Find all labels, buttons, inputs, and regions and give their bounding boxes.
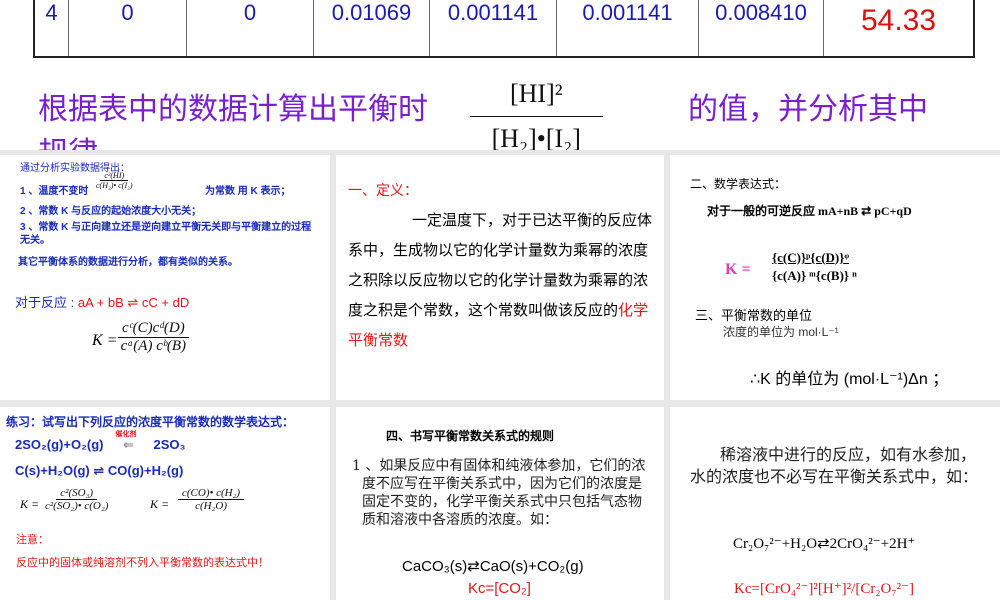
item-1-suffix: 为常数 用 K 表示； [205, 186, 291, 197]
title-text: 根据表中的数据计算出平衡时 [38, 92, 428, 127]
slide-thumbnail-grid: 通过分析实验数据得出： 1 、温度不变时 c²(HI) c(H₂)• c(I₂) … [0, 150, 1000, 600]
panel-dilute-solution: 稀溶液中进行的反应，如有水参加，水的浓度也不必写在平衡关系式中，如： Cr₂O₇… [670, 407, 1000, 600]
unit-k: ∴K 的单位为 (mol·L⁻¹)Δn ； [750, 371, 949, 388]
reaction-1-left: 2SO₂(g)+O₂(g) [15, 437, 104, 452]
reaction-2-left: C(s)+H₂O(g) [15, 463, 90, 478]
k2-label: K = [150, 497, 170, 511]
definition-body: 一定温度下，对于已达平衡的反应体系中，生成物以它的化学计量数为乘幂的浓度之积除以… [348, 205, 653, 355]
cell: 0.008410 [699, 0, 824, 56]
panel-expression: 二、数学表达式： 对于一般的可逆反应 mA+nB ⇄ pC+qD K = {c(… [670, 155, 1000, 400]
rule-1: 1 、如果反应中有固体和纯液体参加，它们的浓度不应写在平衡关系式中，因为它们的浓… [352, 458, 646, 528]
fraction-numerator: {c(C)}ᵖ{c(D)}ᵠ [772, 250, 849, 265]
fraction-denominator: cᵃ(A) cᵇ(B) [120, 338, 187, 354]
chromate-equation: Cr₂O₇²⁻+H₂O⇄2CrO₄²⁻+2H⁺ [733, 536, 916, 552]
cell-k-value: 54.33 [860, 4, 937, 37]
fraction-numerator: cᶜ(C)cᵈ(D) [118, 320, 189, 338]
definition-text: 一定温度下，对于已达平衡的反应体系中，生成物以它的化学计量数为乘幂的浓度之积除以… [348, 211, 653, 319]
panel-conclusions: 通过分析实验数据得出： 1 、温度不变时 c²(HI) c(H₂)• c(I₂) … [0, 155, 330, 400]
k-label: K = [725, 261, 751, 278]
reaction-2: C(s)+H₂O(g) ⇌ CO(g)+H₂(g) [15, 463, 184, 478]
catalyst-label: 催化剂 [115, 431, 137, 438]
k1-label: K = [20, 497, 40, 511]
fraction-denominator: c(H₂O) [195, 500, 227, 512]
fraction-numerator: c(CO)• c(H₂) [178, 487, 245, 500]
reaction-2-right: CO(g)+H₂(g) [107, 463, 184, 478]
cell: 0.001141 [557, 0, 699, 56]
item-2: 2 、常数 K 与反应的起始浓度大小无关； [20, 206, 202, 217]
expression-heading: 二、数学表达式： [690, 177, 787, 191]
k-label: K = [92, 332, 118, 349]
cell: 0.001141 [430, 0, 557, 56]
fraction-numerator: [HI]² [470, 72, 603, 117]
item-3: 3 、常数 K 与正向建立还是逆向建立平衡无关即与平衡建立的过程无关。 [20, 222, 312, 246]
reaction-left: aA + bB [77, 295, 124, 310]
fraction-numerator: c²(SO₃) [56, 487, 98, 500]
reaction-line: 对于反应 : aA + bB ⇌ cC + dD [15, 295, 190, 310]
rules-heading: 四、书写平衡常数关系式的规则 [386, 429, 555, 443]
caco3-equation: CaCO₃(s)⇄CaO(s)+CO₂(g) [402, 558, 584, 575]
item1-fraction: c²(HI) c(H₂)• c(I₂) [96, 171, 133, 190]
definition-heading: 一、定义： [348, 182, 418, 198]
reaction-1-right: 2SO₃ [153, 437, 186, 452]
panel-exercise: 练习：试写出下列反应的浓度平衡常数的数学表达式： 2SO₂(g)+O₂(g) ⇐ 催… [0, 407, 330, 600]
other-text: 其它平衡体系的数据进行分析，都有类似的关系。 [18, 257, 238, 268]
fraction-numerator: c²(HI) [100, 171, 129, 181]
item-1: 1 、温度不变时 [20, 186, 89, 197]
panel-rules: 四、书写平衡常数关系式的规则 1 、如果反应中有固体和纯液体参加，它们的浓度不应… [336, 407, 664, 600]
k-fraction: {c(C)}ᵖ{c(D)}ᵠ {c(A)} ᵐ{c(B)} ⁿ [772, 249, 857, 285]
k-fraction: cᶜ(C)cᵈ(D) cᵃ(A) cᵇ(B) [118, 320, 189, 355]
data-table-row: 4 0 0 0.01069 0.001141 0.001141 0.008410… [33, 0, 975, 58]
reaction-label: 对于反应 : [15, 295, 75, 310]
panel-definition: 一、定义： 一定温度下，对于已达平衡的反应体系中，生成物以它的化学计量数为乘幂的… [336, 155, 664, 400]
reaction-right: cC + dD [141, 295, 190, 310]
title-fraction: [HI]² [H₂]•[I₂] [470, 72, 603, 161]
exercise-heading: 练习：试写出下列反应的浓度平衡常数的数学表达式： [6, 415, 295, 429]
k2-fraction: c(CO)• c(H₂) c(H₂O) [178, 487, 245, 512]
note-text: 反应中的固体或纯溶剂不列入平衡常数的表达式中！ [16, 557, 269, 569]
k1-fraction: c²(SO₃) c²(SO₂)• c(O₂) [45, 487, 108, 512]
cell: 0 [187, 0, 314, 56]
title-text-after: 的值，并分析其中 [688, 92, 928, 127]
general-reaction: 对于一般的可逆反应 mA+nB ⇄ pC+qD [707, 204, 912, 218]
reaction-1: 2SO₂(g)+O₂(g) ⇐ 催化剂 2SO₃ [15, 431, 186, 452]
cell-index: 4 [35, 0, 69, 56]
unit-concentration: 浓度的单位为 mol·L⁻¹ [723, 325, 839, 339]
fraction-denominator: {c(A)} ᵐ{c(B)} ⁿ [772, 268, 857, 283]
dilute-body: 稀溶液中进行的反应，如有水参加，水的浓度也不必写在平衡关系式中，如： [690, 445, 979, 486]
fraction-denominator: c²(SO₂)• c(O₂) [45, 500, 109, 512]
caco3-kc: Kc=[CO₂] [468, 580, 531, 597]
fraction-denominator: c(H₂)• c(I₂) [96, 181, 133, 190]
chromate-kc: Kc=[CrO₄²⁻]²[H⁺]²/[Cr₂O₇²⁻] [734, 581, 915, 597]
note-label: 注意： [16, 534, 49, 546]
unit-heading: 三、平衡常数的单位 [695, 308, 813, 323]
cell: 0.01069 [314, 0, 430, 56]
cell: 0 [69, 0, 187, 56]
